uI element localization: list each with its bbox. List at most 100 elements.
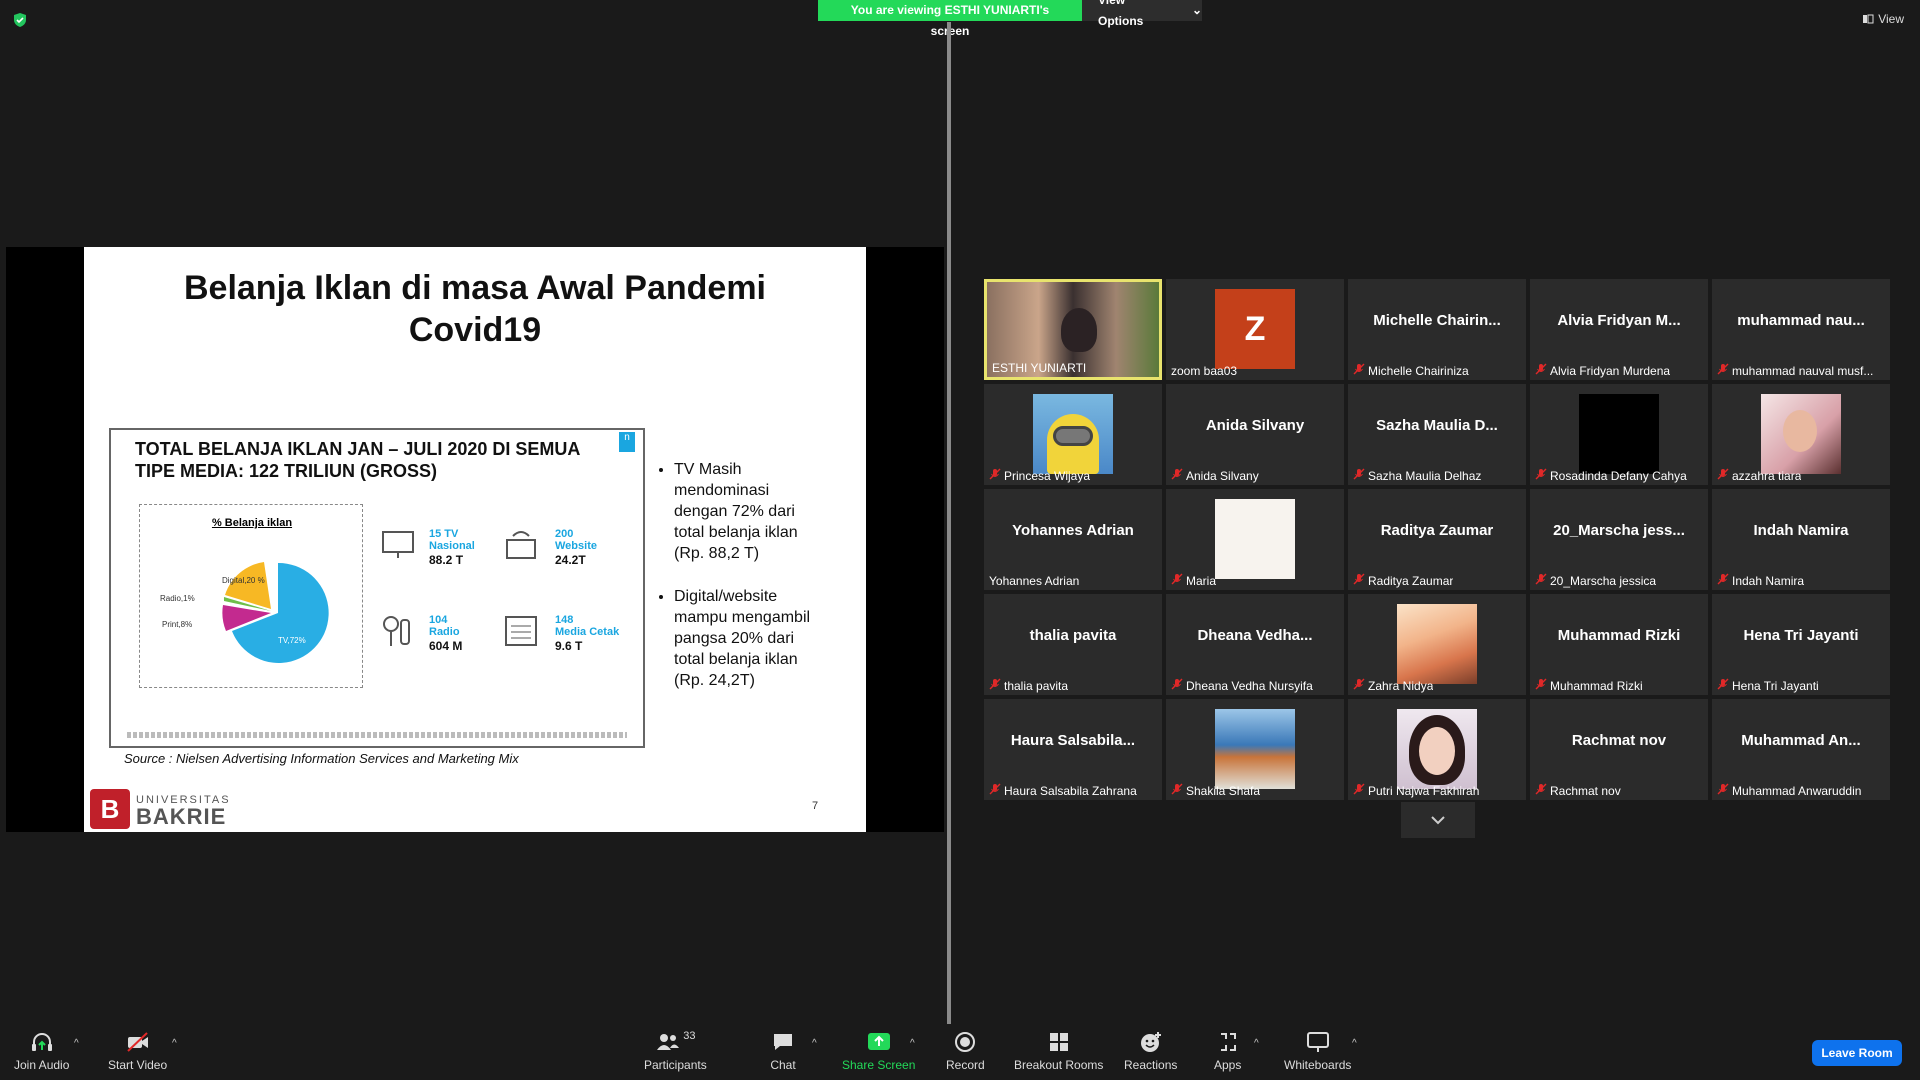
participant-name-label: Haura Salsabila Zahrana	[989, 783, 1137, 798]
participant-display-name: Yohannes Adrian	[1012, 521, 1134, 539]
join-audio-label: Join Audio	[14, 1058, 70, 1072]
participant-tile[interactable]: 20_Marscha jess... 20_Marscha jessica	[1530, 489, 1708, 590]
participant-name-label: 20_Marscha jessica	[1535, 573, 1656, 588]
participant-tile[interactable]: Zahra Nidya	[1348, 594, 1526, 695]
participant-tile[interactable]: muhammad nau... muhammad nauval musf...	[1712, 279, 1890, 380]
participant-tile[interactable]: Haura Salsabila... Haura Salsabila Zahran…	[984, 699, 1162, 800]
profile-photo	[1397, 604, 1477, 684]
participant-tile[interactable]: Zzoom baa03	[1166, 279, 1344, 380]
screen-share-banner: You are viewing ESTHI YUNIARTI's screen …	[818, 0, 1202, 38]
participant-name-label: Princesa Wijaya	[989, 468, 1090, 483]
whiteboards-options-caret[interactable]: ^	[1352, 1038, 1357, 1049]
gallery-next-page-button[interactable]	[1401, 802, 1475, 838]
record-button[interactable]: Record	[946, 1030, 985, 1072]
whiteboards-button[interactable]: Whiteboards	[1284, 1030, 1351, 1072]
newspaper-icon	[505, 616, 537, 646]
participant-name-label: Zahra Nidya	[1353, 678, 1433, 693]
audio-options-caret[interactable]: ^	[74, 1038, 79, 1049]
video-options-caret[interactable]: ^	[172, 1038, 177, 1049]
participant-tile[interactable]: Yohannes Adrian Yohannes Adrian	[984, 489, 1162, 590]
share-screen-button[interactable]: Share Screen	[842, 1030, 915, 1072]
radio-icon	[383, 616, 410, 646]
whiteboard-icon	[1306, 1032, 1329, 1052]
participant-tile[interactable]: Rosadinda Defany Cahya	[1530, 384, 1708, 485]
participant-tile[interactable]: Michelle Chairin... Michelle Chairiniza	[1348, 279, 1526, 380]
participant-tile[interactable]: ESTHI YUNIARTI	[984, 279, 1162, 380]
muted-mic-icon	[1353, 678, 1365, 693]
record-label: Record	[946, 1058, 985, 1072]
apps-options-caret[interactable]: ^	[1254, 1038, 1259, 1049]
leave-room-button[interactable]: Leave Room	[1812, 1040, 1902, 1066]
participant-tile[interactable]: Alvia Fridyan M... Alvia Fridyan Murdena	[1530, 279, 1708, 380]
participant-display-name: Sazha Maulia D...	[1376, 416, 1498, 434]
participants-button[interactable]: 33 Participants	[644, 1030, 707, 1072]
stat-tv-value: 88.2 T	[429, 553, 464, 567]
participant-name: Yohannes Adrian	[989, 574, 1080, 588]
chat-options-caret[interactable]: ^	[812, 1038, 817, 1049]
participant-tile[interactable]: Muhammad An... Muhammad Anwaruddin	[1712, 699, 1890, 800]
participant-display-name: muhammad nau...	[1737, 311, 1865, 329]
participant-name-label: Alvia Fridyan Murdena	[1535, 363, 1670, 378]
participant-tile[interactable]: azzahra tiara	[1712, 384, 1890, 485]
stat-radio-type: Radio	[429, 626, 460, 638]
participant-tile[interactable]: thalia pavita thalia pavita	[984, 594, 1162, 695]
slide-title-line2: Covid19	[408, 311, 542, 349]
participant-tile[interactable]: Dheana Vedha... Dheana Vedha Nursyifa	[1166, 594, 1344, 695]
participant-tile[interactable]: Raditya Zaumar Raditya Zaumar	[1348, 489, 1526, 590]
share-options-caret[interactable]: ^	[910, 1038, 915, 1049]
pie-label-print: Print,8%	[162, 620, 192, 629]
stat-radio-value: 604 M	[429, 639, 463, 653]
security-shield-icon[interactable]	[12, 12, 28, 28]
bullet-digital: Digital/website mampu mengambil pangsa 2…	[674, 586, 820, 691]
breakout-rooms-button[interactable]: Breakout Rooms	[1014, 1030, 1103, 1072]
participant-tile[interactable]: Sazha Maulia D... Sazha Maulia Delhaz	[1348, 384, 1526, 485]
stat-radio-count: 104	[429, 614, 448, 626]
view-button[interactable]: View	[1862, 12, 1904, 26]
chevron-down-icon: ⌄	[1191, 3, 1202, 17]
participant-name-label: Raditya Zaumar	[1353, 573, 1453, 588]
participant-name-label: Michelle Chairiniza	[1353, 363, 1469, 378]
participant-tile[interactable]: Princesa Wijaya	[984, 384, 1162, 485]
muted-mic-icon	[1717, 783, 1729, 798]
profile-photo	[1397, 709, 1477, 789]
muted-mic-icon	[1717, 573, 1729, 588]
reactions-button[interactable]: Reactions	[1124, 1030, 1177, 1072]
participant-display-name: Hena Tri Jayanti	[1743, 626, 1859, 644]
participant-display-name: Haura Salsabila...	[1010, 731, 1136, 749]
logo-big-text: BAKRIE	[136, 804, 227, 829]
participant-tile[interactable]: Shakila Shafa	[1166, 699, 1344, 800]
participant-tile[interactable]: Muhammad Rizki Muhammad Rizki	[1530, 594, 1708, 695]
pie-label-digital: Digital,20 %	[222, 576, 265, 585]
participant-display-name: Rachmat nov	[1571, 731, 1667, 749]
join-audio-button[interactable]: Join Audio	[14, 1030, 69, 1072]
participants-icon	[657, 1034, 680, 1050]
pie-chart-box: % Belanja iklan TV,72% Digital,20 % Radi…	[139, 504, 363, 688]
view-options-button[interactable]: View Options ⌄	[1082, 0, 1202, 28]
split-divider[interactable]	[947, 22, 951, 1028]
muted-mic-icon	[1535, 573, 1547, 588]
whiteboards-label: Whiteboards	[1284, 1058, 1352, 1072]
headphones-icon	[31, 1033, 52, 1051]
participant-tile[interactable]: Maria	[1166, 489, 1344, 590]
participant-name-label: Indah Namira	[1717, 573, 1804, 588]
participant-name-label: zoom baa03	[1171, 364, 1237, 378]
participant-tile[interactable]: Putri Najwa Fakhirah	[1348, 699, 1526, 800]
start-video-button[interactable]: Start Video	[108, 1030, 167, 1072]
muted-mic-icon	[1535, 783, 1547, 798]
participant-name: 20_Marscha jessica	[1550, 573, 1657, 588]
apps-button[interactable]: Apps	[1214, 1030, 1241, 1072]
participant-name: Maria	[1186, 573, 1217, 588]
bullet-tv: TV Masih mendominasi dengan 72% dari tot…	[674, 459, 820, 564]
participant-tile[interactable]: Hena Tri Jayanti Hena Tri Jayanti	[1712, 594, 1890, 695]
chat-button[interactable]: Chat	[770, 1030, 796, 1072]
breakout-rooms-icon	[1049, 1033, 1068, 1051]
muted-mic-icon	[989, 678, 1001, 693]
chat-label: Chat	[770, 1058, 796, 1072]
breakout-rooms-label: Breakout Rooms	[1014, 1058, 1104, 1072]
participant-name-label: Maria	[1171, 573, 1216, 588]
participant-tile[interactable]: Rachmat nov Rachmat nov	[1530, 699, 1708, 800]
participant-tile[interactable]: Anida Silvany Anida Silvany	[1166, 384, 1344, 485]
participant-tile[interactable]: Indah Namira Indah Namira	[1712, 489, 1890, 590]
participant-display-name: Anida Silvany	[1205, 416, 1305, 434]
slide-title-line1: Belanja Iklan di masa Awal Pandemi	[183, 269, 767, 307]
